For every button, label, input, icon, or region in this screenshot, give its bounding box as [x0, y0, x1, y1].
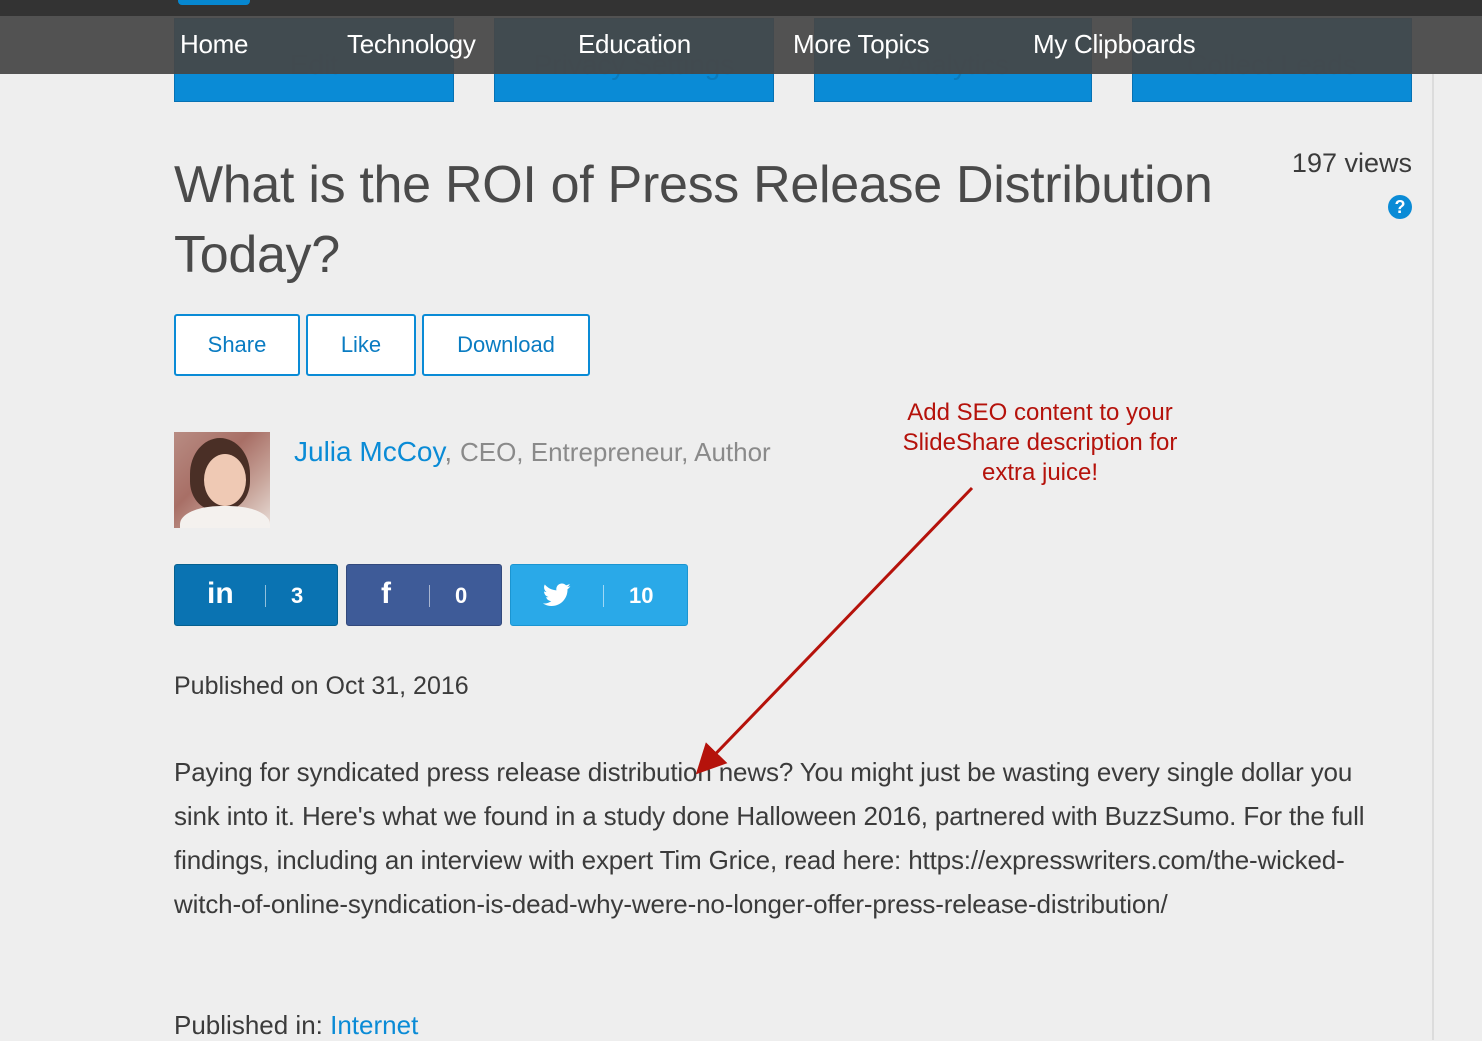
category-link[interactable]: Internet: [330, 1010, 418, 1040]
download-button[interactable]: Download: [422, 314, 590, 376]
linkedin-count: 3: [291, 583, 304, 608]
author-line: Julia McCoy, CEO, Entrepreneur, Author: [294, 436, 771, 468]
nav-more-topics[interactable]: More Topics: [793, 29, 930, 60]
twitter-bird-icon: [542, 581, 571, 615]
nav-my-clipboards[interactable]: My Clipboards: [1033, 29, 1196, 60]
published-in-label: Published in:: [174, 1010, 323, 1040]
facebook-icon: f: [381, 577, 391, 610]
published-date: Published on Oct 31, 2016: [174, 672, 469, 700]
view-count: 197 views: [1291, 148, 1412, 178]
nav-education[interactable]: Education: [578, 29, 691, 60]
linkedin-share-button[interactable]: in 3: [174, 564, 338, 626]
nav-home[interactable]: Home: [180, 29, 248, 60]
top-dark-bar: [0, 0, 1482, 16]
top-navigation: Home Technology Education More Topics My…: [0, 16, 1482, 74]
facebook-count: 0: [455, 583, 468, 608]
share-button[interactable]: Share: [174, 314, 300, 376]
twitter-share-button[interactable]: 10: [510, 564, 688, 626]
presentation-description: Paying for syndicated press release dist…: [174, 757, 1365, 919]
published-in: Published in: Internet: [174, 1010, 418, 1041]
author-separator: ,: [444, 436, 453, 467]
facebook-share-button[interactable]: f 0: [346, 564, 502, 626]
like-button[interactable]: Like: [306, 314, 416, 376]
author-avatar[interactable]: [174, 432, 270, 528]
linkedin-icon: in: [207, 577, 234, 610]
presentation-title: What is the ROI of Press Release Distrib…: [174, 156, 1213, 284]
sidebar-divider: [1432, 74, 1434, 1040]
twitter-count: 10: [629, 583, 654, 608]
nav-technology[interactable]: Technology: [347, 29, 476, 60]
author-roles: CEO, Entrepreneur, Author: [459, 437, 771, 467]
help-icon[interactable]: ?: [1388, 195, 1412, 219]
annotation-callout: Add SEO content to your SlideShare descr…: [902, 399, 1178, 486]
active-tab-indicator: [178, 0, 250, 5]
author-name-link[interactable]: Julia McCoy: [294, 436, 444, 467]
